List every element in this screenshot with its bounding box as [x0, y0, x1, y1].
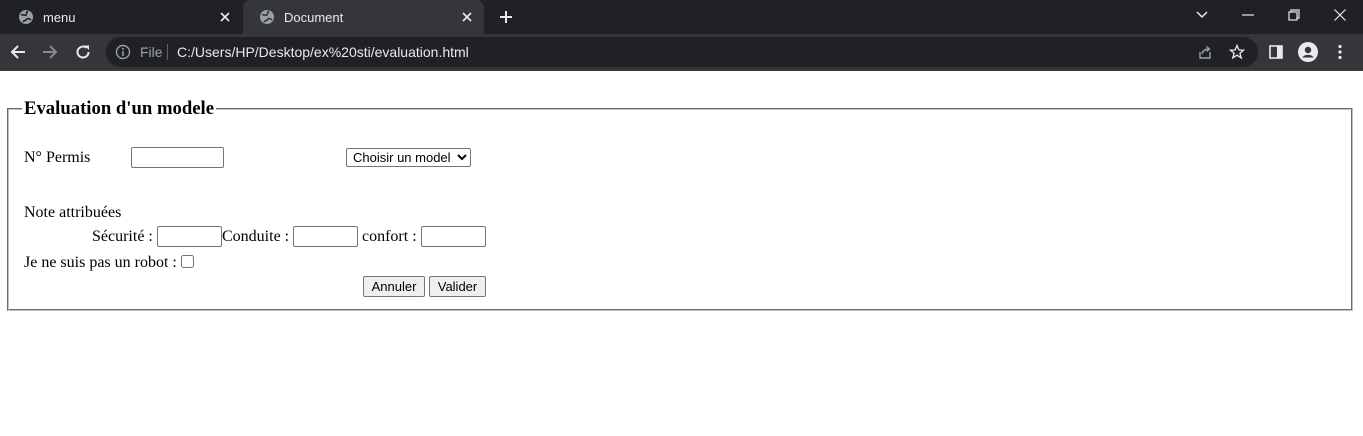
profile-button[interactable]: [1296, 40, 1320, 64]
restore-button[interactable]: [1271, 0, 1317, 30]
fieldset-legend: Evaluation d'un modele: [24, 98, 215, 119]
robot-label: Je ne suis pas un robot :: [24, 254, 177, 271]
close-window-button[interactable]: [1317, 0, 1363, 30]
browser-toolbar: File C:/Users/HP/Desktop/ex%20sti/evalua…: [0, 34, 1363, 70]
submit-button[interactable]: Valider: [429, 276, 486, 297]
cancel-button[interactable]: Annuler: [363, 276, 425, 297]
restore-icon: [1288, 9, 1300, 21]
info-icon[interactable]: [115, 44, 131, 60]
close-icon[interactable]: [454, 4, 480, 30]
close-icon[interactable]: [212, 4, 238, 30]
kebab-menu-icon: [1338, 44, 1342, 60]
arrow-left-icon: [10, 45, 25, 59]
menu-button[interactable]: [1328, 40, 1352, 64]
tab-title: Document: [284, 9, 344, 25]
page-content: Evaluation d'un modele N° Permis Choisir…: [0, 71, 1363, 436]
confort-input[interactable]: [421, 226, 486, 247]
conduite-label: Conduite :: [222, 228, 290, 245]
back-button[interactable]: [4, 38, 32, 66]
tab-search-button[interactable]: [1179, 0, 1225, 30]
plus-icon: [500, 11, 512, 23]
minimize-button[interactable]: [1225, 0, 1271, 30]
address-bar[interactable]: File C:/Users/HP/Desktop/ex%20sti/evalua…: [106, 37, 1258, 67]
close-icon: [1334, 9, 1346, 21]
tab-strip: menu Document: [0, 0, 1363, 34]
permis-label: N° Permis: [24, 149, 91, 166]
securite-input[interactable]: [157, 226, 222, 247]
globe-icon: [18, 9, 34, 25]
evaluation-fieldset: Evaluation d'un modele: [7, 98, 1353, 311]
model-select[interactable]: Choisir un model: [346, 148, 471, 167]
new-tab-button[interactable]: [494, 5, 518, 29]
globe-icon: [259, 9, 275, 25]
star-icon[interactable]: [1228, 43, 1246, 60]
confort-label: confort :: [362, 228, 417, 245]
forward-button[interactable]: [36, 38, 64, 66]
conduite-input[interactable]: [293, 226, 358, 247]
minimize-icon: [1242, 14, 1254, 16]
arrow-right-icon: [43, 45, 58, 59]
reload-icon: [76, 45, 90, 59]
reload-button[interactable]: [69, 38, 97, 66]
scheme-label: File: [140, 44, 163, 60]
notes-heading: Note attribuées: [24, 204, 122, 221]
url-text[interactable]: C:/Users/HP/Desktop/ex%20sti/evaluation.…: [177, 44, 469, 60]
chevron-down-icon: [1196, 11, 1208, 19]
tab-menu[interactable]: menu: [2, 0, 242, 34]
share-icon[interactable]: [1197, 44, 1213, 60]
divider: [167, 44, 168, 60]
securite-label: Sécurité :: [92, 228, 153, 245]
robot-checkbox[interactable]: [181, 255, 194, 268]
side-panel-button[interactable]: [1264, 40, 1288, 64]
permis-input[interactable]: [131, 147, 224, 168]
tab-document[interactable]: Document: [243, 0, 484, 34]
avatar-icon: [1298, 42, 1318, 62]
tab-title: menu: [43, 9, 76, 25]
side-panel-icon: [1269, 45, 1283, 59]
